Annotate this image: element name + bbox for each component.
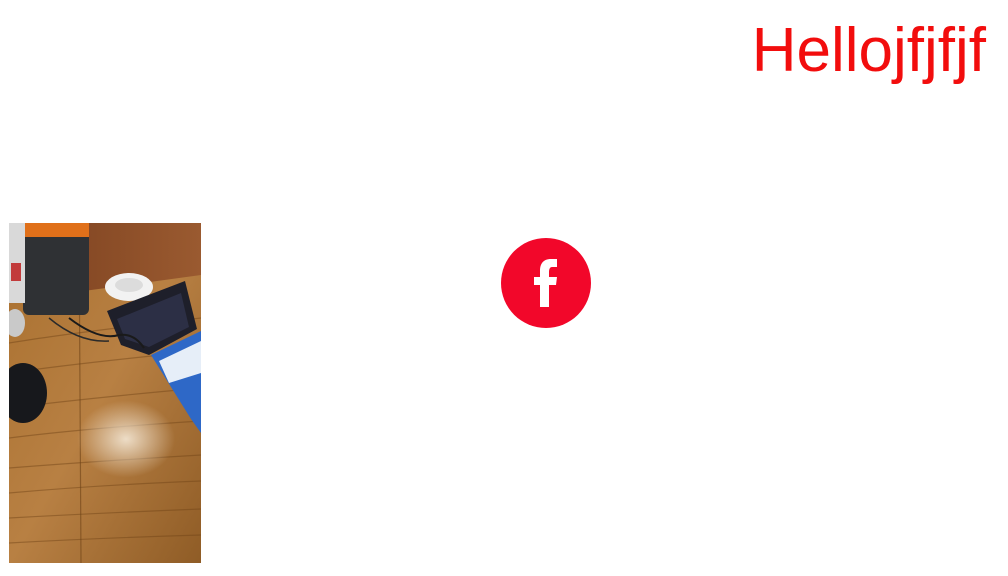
facebook-icon	[534, 259, 557, 307]
desk-photo	[9, 223, 201, 563]
page-title: Hellojfjfjf	[751, 16, 986, 85]
facebook-button[interactable]	[501, 238, 591, 328]
